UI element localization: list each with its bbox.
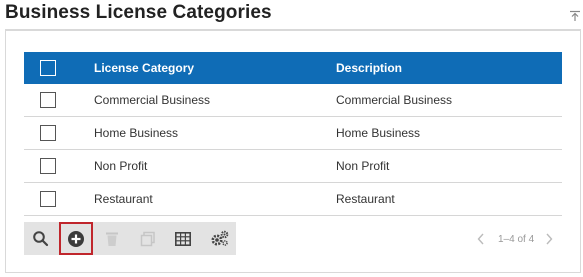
search-button[interactable] [24,222,58,255]
cell-category: Non Profit [94,149,336,183]
cell-category: Home Business [94,116,336,150]
row-checkbox[interactable] [40,191,56,207]
cell-category: Commercial Business [94,84,336,117]
settings-icon [211,230,228,246]
table-row[interactable]: Restaurant Restaurant [24,182,562,216]
pager-info: 1–4 of 4 [498,233,535,245]
row-checkbox[interactable] [40,125,56,141]
chevron-right-icon [546,233,553,245]
columns-button[interactable] [166,222,200,255]
next-page-button[interactable] [542,231,556,247]
pager: 1–4 of 4 [474,230,556,248]
table-icon [175,231,191,246]
table-row[interactable]: Commercial Business Commercial Business [24,84,562,117]
table-row[interactable]: Home Business Home Business [24,116,562,150]
copy-icon [140,231,155,246]
chevron-left-icon [477,233,484,245]
column-header-description[interactable]: Description [336,52,562,84]
table-row[interactable]: Non Profit Non Profit [24,149,562,183]
license-categories-grid: License Category Description Commercial … [24,52,562,216]
search-icon [33,230,49,246]
trash-icon [106,232,118,246]
add-button[interactable] [59,222,93,255]
cell-category: Restaurant [94,182,336,216]
copy-button[interactable] [131,222,165,255]
cell-description: Restaurant [336,182,562,216]
row-checkbox[interactable] [40,92,56,108]
settings-button[interactable] [202,222,236,255]
cell-description: Home Business [336,116,562,150]
select-all-checkbox[interactable] [40,60,56,76]
grid-header-row: License Category Description [24,52,562,84]
column-header-license-category[interactable]: License Category [94,52,336,84]
row-checkbox[interactable] [40,158,56,174]
cell-description: Non Profit [336,149,562,183]
page-title: Business License Categories [5,2,272,23]
grid-toolbar [24,222,236,255]
cell-description: Commercial Business [336,84,562,117]
collapse-panel-icon[interactable] [569,9,581,21]
delete-button[interactable] [95,222,129,255]
add-circle-icon [68,230,84,247]
prev-page-button[interactable] [474,231,488,247]
